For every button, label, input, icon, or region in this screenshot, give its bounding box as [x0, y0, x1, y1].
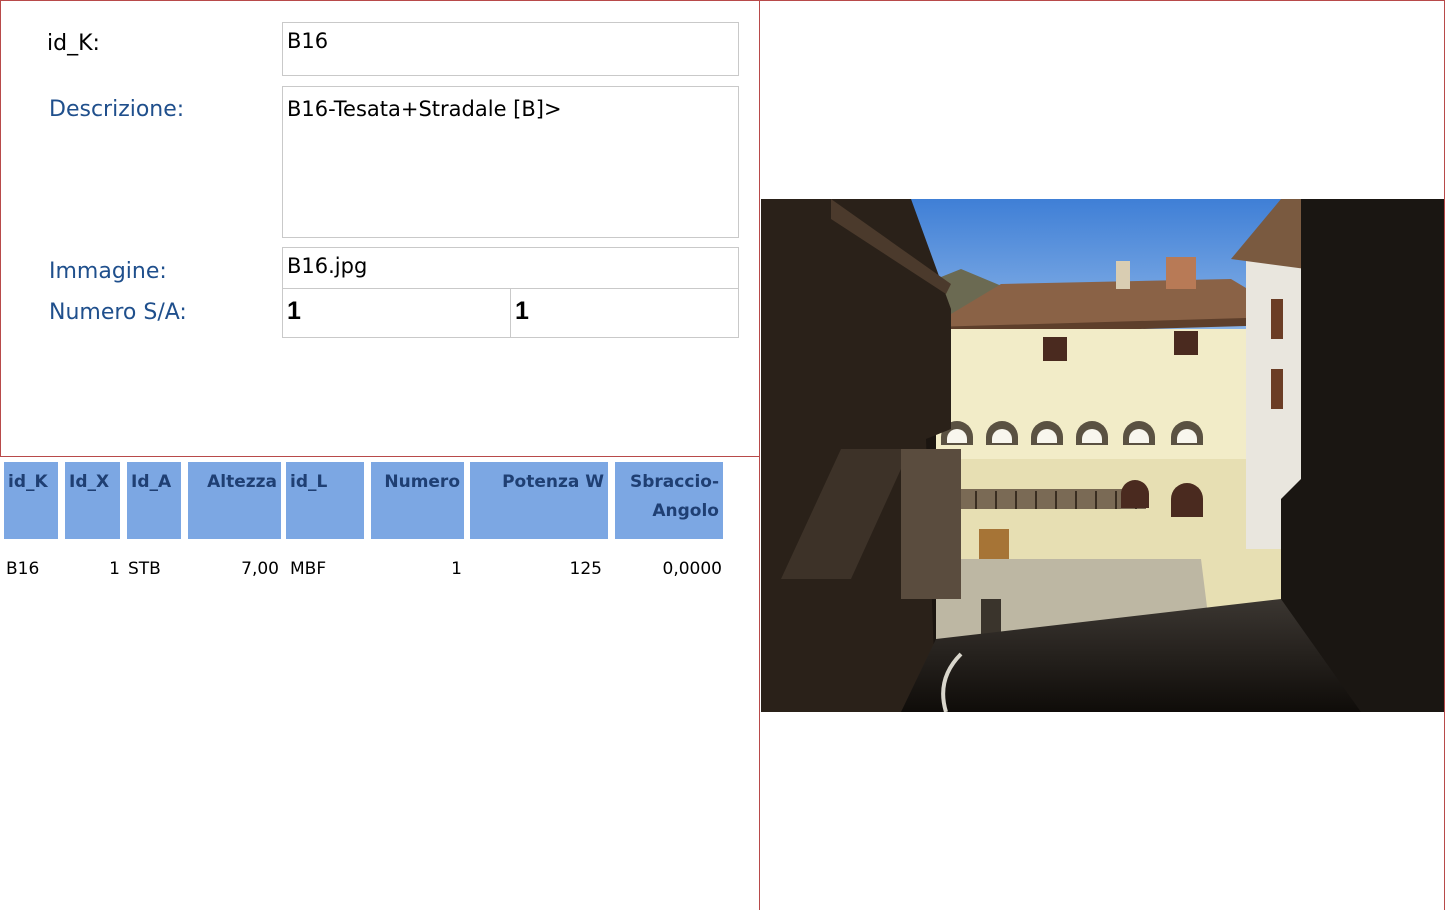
id-k-label: id_K:	[47, 31, 100, 56]
descrizione-field[interactable]: B16-Tesata+Stradale [B]>	[282, 86, 739, 238]
frame-left-border	[0, 0, 1, 456]
header-id-a: Id_A	[127, 462, 181, 539]
cell-numero: 1	[451, 559, 462, 579]
numero-sa-label: Numero S/A:	[49, 300, 187, 325]
cell-id-k: B16	[6, 559, 40, 579]
header-id-l: id_L	[286, 462, 364, 539]
frame-top-border	[0, 0, 1445, 1]
header-numero: Numero	[371, 462, 464, 539]
header-id-k: id_K	[4, 462, 58, 539]
cell-id-l: MBF	[290, 559, 327, 579]
numero-s-field[interactable]: 1	[282, 288, 511, 338]
cell-potenza-w: 125	[569, 559, 602, 579]
descrizione-label: Descrizione:	[49, 97, 185, 122]
vertical-divider	[759, 0, 760, 910]
header-altezza: Altezza	[188, 462, 281, 539]
cell-id-x: 1	[109, 559, 120, 579]
building-photo	[761, 199, 1444, 712]
immagine-label: Immagine:	[49, 259, 167, 284]
header-id-x: Id_X	[65, 462, 120, 539]
id-k-field[interactable]: B16	[282, 22, 739, 76]
horizontal-divider	[0, 456, 759, 457]
cell-sbraccio-angolo: 0,0000	[662, 559, 722, 579]
header-potenza-w: Potenza W	[470, 462, 608, 539]
numero-a-field[interactable]: 1	[510, 288, 739, 338]
immagine-field[interactable]: B16.jpg	[282, 247, 739, 289]
cell-altezza: 7,00	[241, 559, 279, 579]
cell-id-a: STB	[128, 559, 161, 579]
header-sbraccio-angolo: Sbraccio- Angolo	[615, 462, 723, 539]
